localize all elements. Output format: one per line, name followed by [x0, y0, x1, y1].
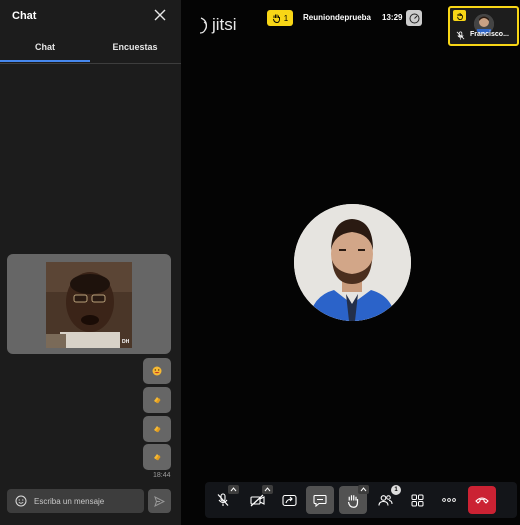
chevron-up-icon	[360, 487, 367, 492]
microphone-muted-icon	[217, 493, 229, 506]
chat-tabs: Chat Encuestas	[0, 33, 181, 64]
tab-chat[interactable]: Chat	[0, 33, 90, 62]
camera-off-icon	[249, 494, 265, 506]
message-input-box	[7, 489, 144, 513]
camera-options-caret[interactable]	[262, 485, 273, 494]
jitsi-logo: jitsi	[197, 14, 243, 36]
raised-hand-icon	[272, 14, 280, 23]
meeting-name: Reuniondeprueba	[303, 13, 372, 22]
raised-hands-count: 1	[283, 13, 289, 23]
hangup-button[interactable]	[468, 486, 496, 514]
raised-hands-indicator: 1	[267, 10, 293, 26]
message-input[interactable]	[34, 489, 138, 513]
screen-share-icon	[281, 494, 297, 506]
participant-avatar	[294, 204, 411, 321]
gif-message: DH	[7, 254, 171, 354]
emoji-message	[143, 416, 171, 442]
clapping-hands-icon	[154, 454, 161, 461]
more-dots-icon	[442, 498, 456, 502]
chevron-up-icon	[264, 487, 271, 492]
emoji-message	[143, 387, 171, 413]
participant-thumbnail[interactable]: Francisco...	[448, 6, 519, 46]
chat-title: Chat	[12, 10, 37, 22]
emoji-message	[143, 444, 171, 470]
close-icon[interactable]	[154, 9, 166, 21]
message-timestamp: 18:44	[153, 472, 171, 479]
emoji-message	[143, 358, 171, 384]
meeting-timer: 13:29	[382, 13, 403, 22]
toolbar	[205, 482, 517, 518]
emoji-picker-icon[interactable]	[15, 495, 27, 507]
smiling-face-icon	[152, 366, 162, 376]
microphone-options-caret[interactable]	[228, 485, 239, 494]
chat-button[interactable]	[306, 486, 334, 514]
gauge-icon	[409, 13, 419, 23]
thumbnail-raised-hand-icon	[453, 10, 466, 21]
chevron-up-icon	[230, 487, 237, 492]
screen-share-button[interactable]	[275, 486, 303, 514]
gif-watermark: DH	[122, 339, 130, 345]
gif-image[interactable]: DH	[46, 262, 132, 348]
logo-text: jitsi	[212, 15, 237, 34]
raised-hand-icon	[347, 494, 359, 508]
clapping-hands-icon	[154, 426, 161, 433]
more-actions-button[interactable]	[435, 486, 463, 514]
tile-view-button[interactable]	[403, 486, 431, 514]
chat-icon	[313, 494, 327, 507]
thumbnail-name: Francisco...	[470, 31, 509, 38]
clapping-hands-icon	[154, 397, 161, 404]
connection-stats-button[interactable]	[406, 10, 422, 26]
send-icon	[154, 495, 165, 507]
tile-view-icon	[411, 494, 423, 506]
chat-header: Chat	[0, 0, 181, 32]
hangup-phone-icon	[475, 497, 489, 504]
tab-polls[interactable]: Encuestas	[90, 33, 180, 62]
mic-muted-icon	[456, 31, 465, 40]
reactions-caret[interactable]	[358, 485, 369, 494]
send-button[interactable]	[148, 489, 171, 513]
chat-panel: Chat Chat Encuestas DH 18:44 Escriba un …	[0, 0, 181, 525]
participants-icon	[377, 494, 392, 506]
participants-count-badge: 1	[391, 485, 401, 495]
